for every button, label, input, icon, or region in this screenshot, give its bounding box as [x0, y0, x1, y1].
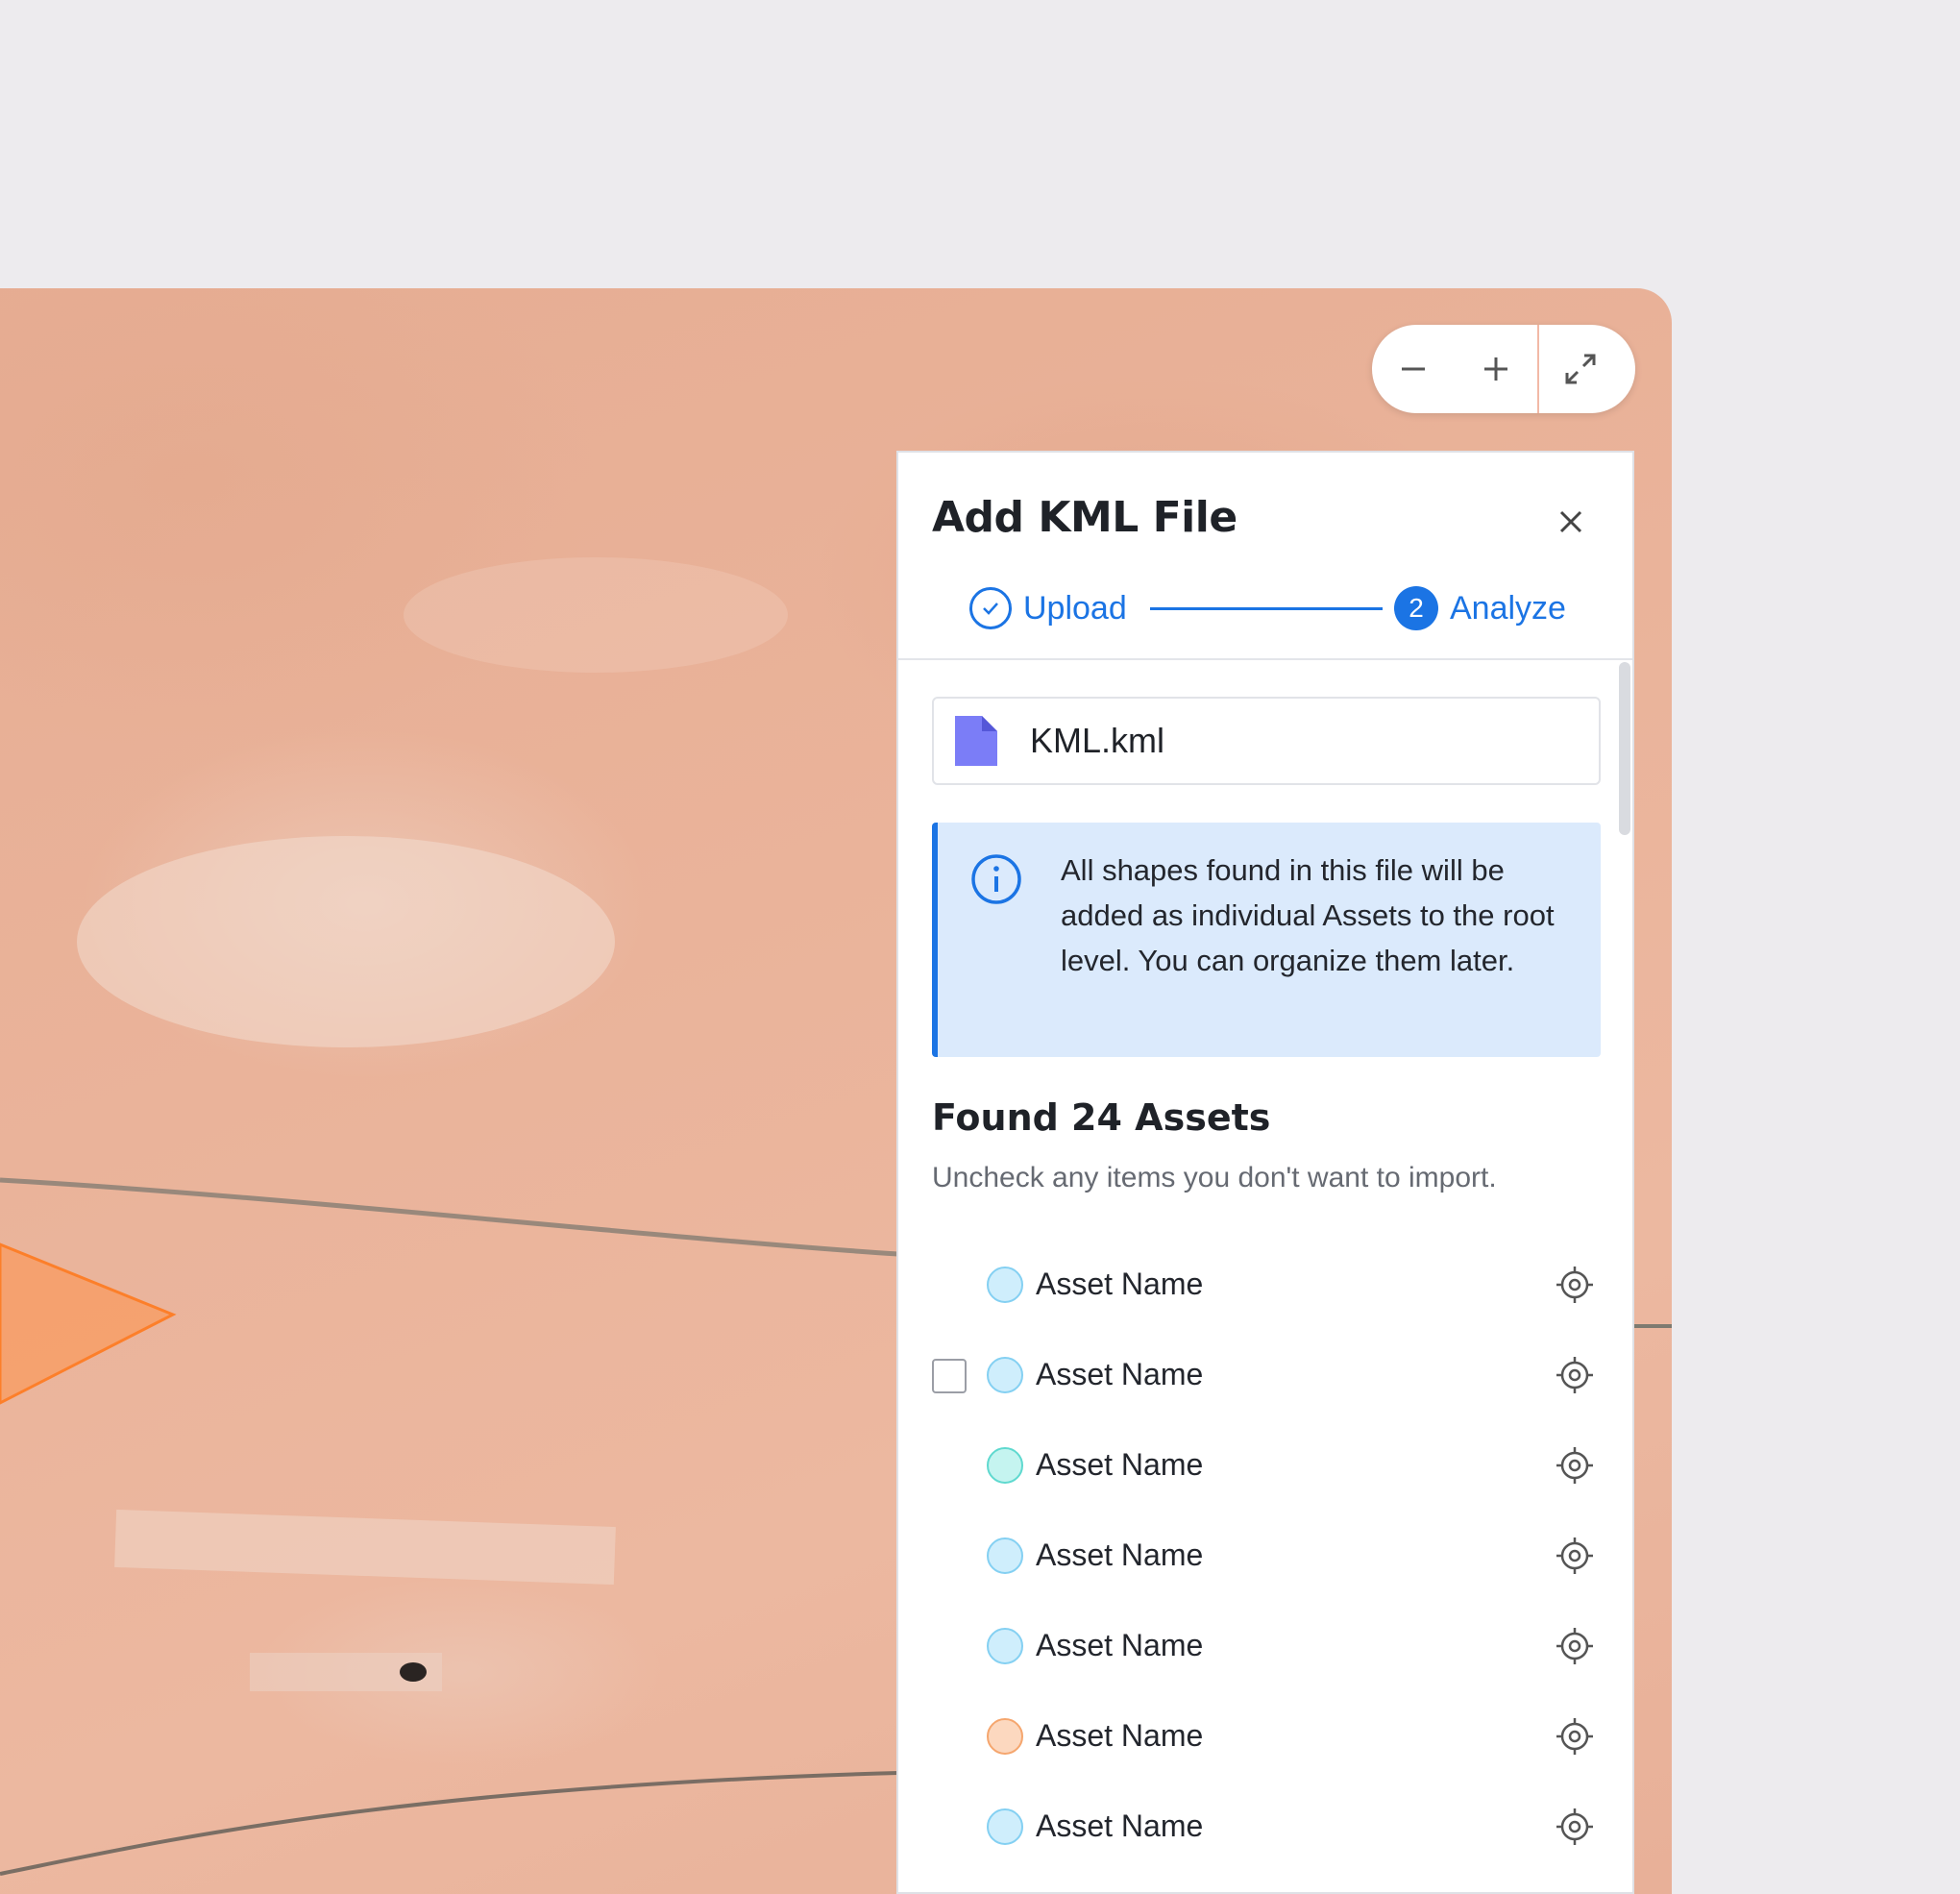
- step-analyze[interactable]: 2 Analyze: [1394, 585, 1566, 631]
- close-icon[interactable]: [1552, 503, 1590, 541]
- file-icon: [955, 716, 997, 766]
- step-upload-label: Upload: [1023, 589, 1127, 627]
- header-divider: [898, 658, 1632, 660]
- locate-target-icon[interactable]: [1555, 1265, 1595, 1305]
- asset-color-dot: [987, 1808, 1023, 1845]
- step-analyze-label: Analyze: [1450, 589, 1566, 627]
- locate-target-icon[interactable]: [1555, 1716, 1595, 1757]
- fullscreen-button[interactable]: [1539, 325, 1622, 413]
- info-text: All shapes found in this file will be ad…: [1061, 853, 1555, 977]
- plus-icon: [1484, 357, 1507, 381]
- asset-name: Asset Name: [1036, 1357, 1204, 1391]
- minus-icon: [1402, 367, 1425, 371]
- asset-name: Asset Name: [1036, 1267, 1204, 1301]
- locate-target-icon[interactable]: [1555, 1445, 1595, 1486]
- asset-row[interactable]: Asset Name: [932, 1343, 1605, 1413]
- asset-shape: [0, 1242, 177, 1405]
- asset-row[interactable]: Asset Name: [932, 1524, 1605, 1593]
- asset-name: Asset Name: [1036, 1718, 1204, 1753]
- asset-name: Asset Name: [1036, 1808, 1204, 1843]
- asset-color-dot: [987, 1357, 1023, 1393]
- file-name: KML.kml: [1030, 721, 1165, 760]
- locate-target-icon[interactable]: [1555, 1807, 1595, 1847]
- asset-row[interactable]: Asset Name: [932, 1434, 1605, 1503]
- add-kml-panel: Add KML File Upload 2 Analyze KML.kml Al…: [896, 451, 1634, 1894]
- step-connector: [1150, 607, 1383, 610]
- asset-row[interactable]: Asset Name: [932, 1614, 1605, 1684]
- asset-color-dot: [987, 1267, 1023, 1303]
- found-assets-subtitle: Uncheck any items you don't want to impo…: [932, 1162, 1497, 1193]
- scrollbar-thumb[interactable]: [1619, 662, 1630, 835]
- found-assets-title: Found 24 Assets: [932, 1096, 1271, 1139]
- locate-target-icon[interactable]: [1555, 1355, 1595, 1395]
- asset-color-dot: [987, 1628, 1023, 1664]
- info-icon: [971, 854, 1021, 904]
- map-zoom-controls: [1372, 325, 1635, 413]
- file-item: KML.kml: [932, 697, 1601, 785]
- locate-target-icon[interactable]: [1555, 1626, 1595, 1666]
- asset-row[interactable]: Asset Name: [932, 1705, 1605, 1774]
- zoom-out-button[interactable]: [1372, 325, 1455, 413]
- asset-name: Asset Name: [1036, 1537, 1204, 1572]
- stepper: Upload 2 Analyze: [969, 585, 1584, 635]
- locate-target-icon[interactable]: [1555, 1536, 1595, 1576]
- info-callout: All shapes found in this file will be ad…: [932, 823, 1601, 1057]
- asset-row[interactable]: Asset Name: [932, 1253, 1605, 1322]
- asset-color-dot: [987, 1718, 1023, 1755]
- step-upload[interactable]: Upload: [969, 585, 1127, 631]
- step-number-badge: 2: [1394, 586, 1438, 630]
- asset-row[interactable]: Asset Name: [932, 1885, 1605, 1892]
- asset-name: Asset Name: [1036, 1628, 1204, 1662]
- asset-name: Asset Name: [1036, 1447, 1204, 1482]
- check-circle-icon: [969, 587, 1012, 629]
- expand-icon: [1565, 354, 1596, 384]
- asset-color-dot: [987, 1537, 1023, 1574]
- asset-checkbox[interactable]: [932, 1359, 967, 1393]
- asset-color-dot: [987, 1447, 1023, 1484]
- asset-row[interactable]: Asset Name: [932, 1795, 1605, 1864]
- panel-title: Add KML File: [932, 493, 1237, 542]
- zoom-in-button[interactable]: [1455, 325, 1537, 413]
